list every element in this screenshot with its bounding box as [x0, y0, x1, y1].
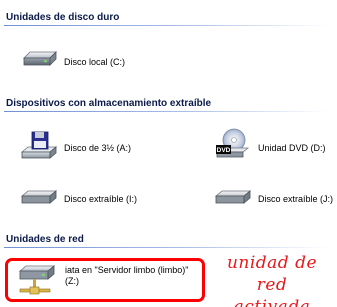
drive-item-dvd-d[interactable]: DVD Unidad DVD (D:): [214, 126, 334, 160]
floppy-drive-icon: [20, 131, 58, 159]
section-divider: [4, 25, 329, 26]
network-drive-icon: [18, 265, 56, 295]
section-divider: [4, 111, 329, 112]
section-header-hard-drives: Unidades de disco duro: [0, 10, 337, 26]
annotation-line2: activada: [233, 297, 311, 307]
drive-item-removable-j[interactable]: Disco extraíble (J:): [214, 180, 337, 214]
drive-item-removable-i[interactable]: Disco extraíble (I:): [20, 180, 170, 214]
removable-drive-icon: [214, 190, 252, 204]
drive-label: Disco extraíble (I:): [64, 194, 138, 204]
section-title-removable: Dispositivos con almacenamiento extraíbl…: [6, 98, 212, 109]
section-title-hard-drives: Unidades de disco duro: [6, 12, 120, 23]
drive-item-network-z[interactable]: iata en "Servidor limbo (limbo)" (Z:): [18, 262, 203, 302]
section-title-network: Unidades de red: [6, 234, 84, 245]
drive-item-local-c[interactable]: Disco local (C:): [20, 46, 180, 80]
drive-label: Unidad DVD (D:): [258, 143, 326, 153]
hard-drive-icon: [23, 51, 57, 66]
drive-item-floppy-a[interactable]: Disco de 3½ (A:): [20, 130, 170, 164]
explorer-drive-view: Unidades de disco duro Disco local (C:): [0, 0, 337, 307]
drive-label-line1: iata en "Servidor limbo (limbo)": [65, 265, 189, 275]
section-divider: [4, 247, 329, 248]
removable-drive-icon: [20, 190, 58, 204]
annotation-text: unidad de red activada: [210, 252, 334, 307]
annotation-line1: unidad de red: [226, 253, 318, 295]
dvd-drive-icon: DVD: [215, 128, 250, 158]
drive-label: Disco de 3½ (A:): [64, 143, 132, 153]
drive-label-line2: (Z:): [65, 276, 79, 286]
section-header-network: Unidades de red: [0, 232, 337, 248]
svg-text:DVD: DVD: [217, 147, 231, 154]
drive-label: Disco extraíble (J:): [258, 194, 334, 204]
drive-label: Disco local (C:): [64, 57, 126, 67]
section-header-removable: Dispositivos con almacenamiento extraíbl…: [0, 96, 337, 112]
